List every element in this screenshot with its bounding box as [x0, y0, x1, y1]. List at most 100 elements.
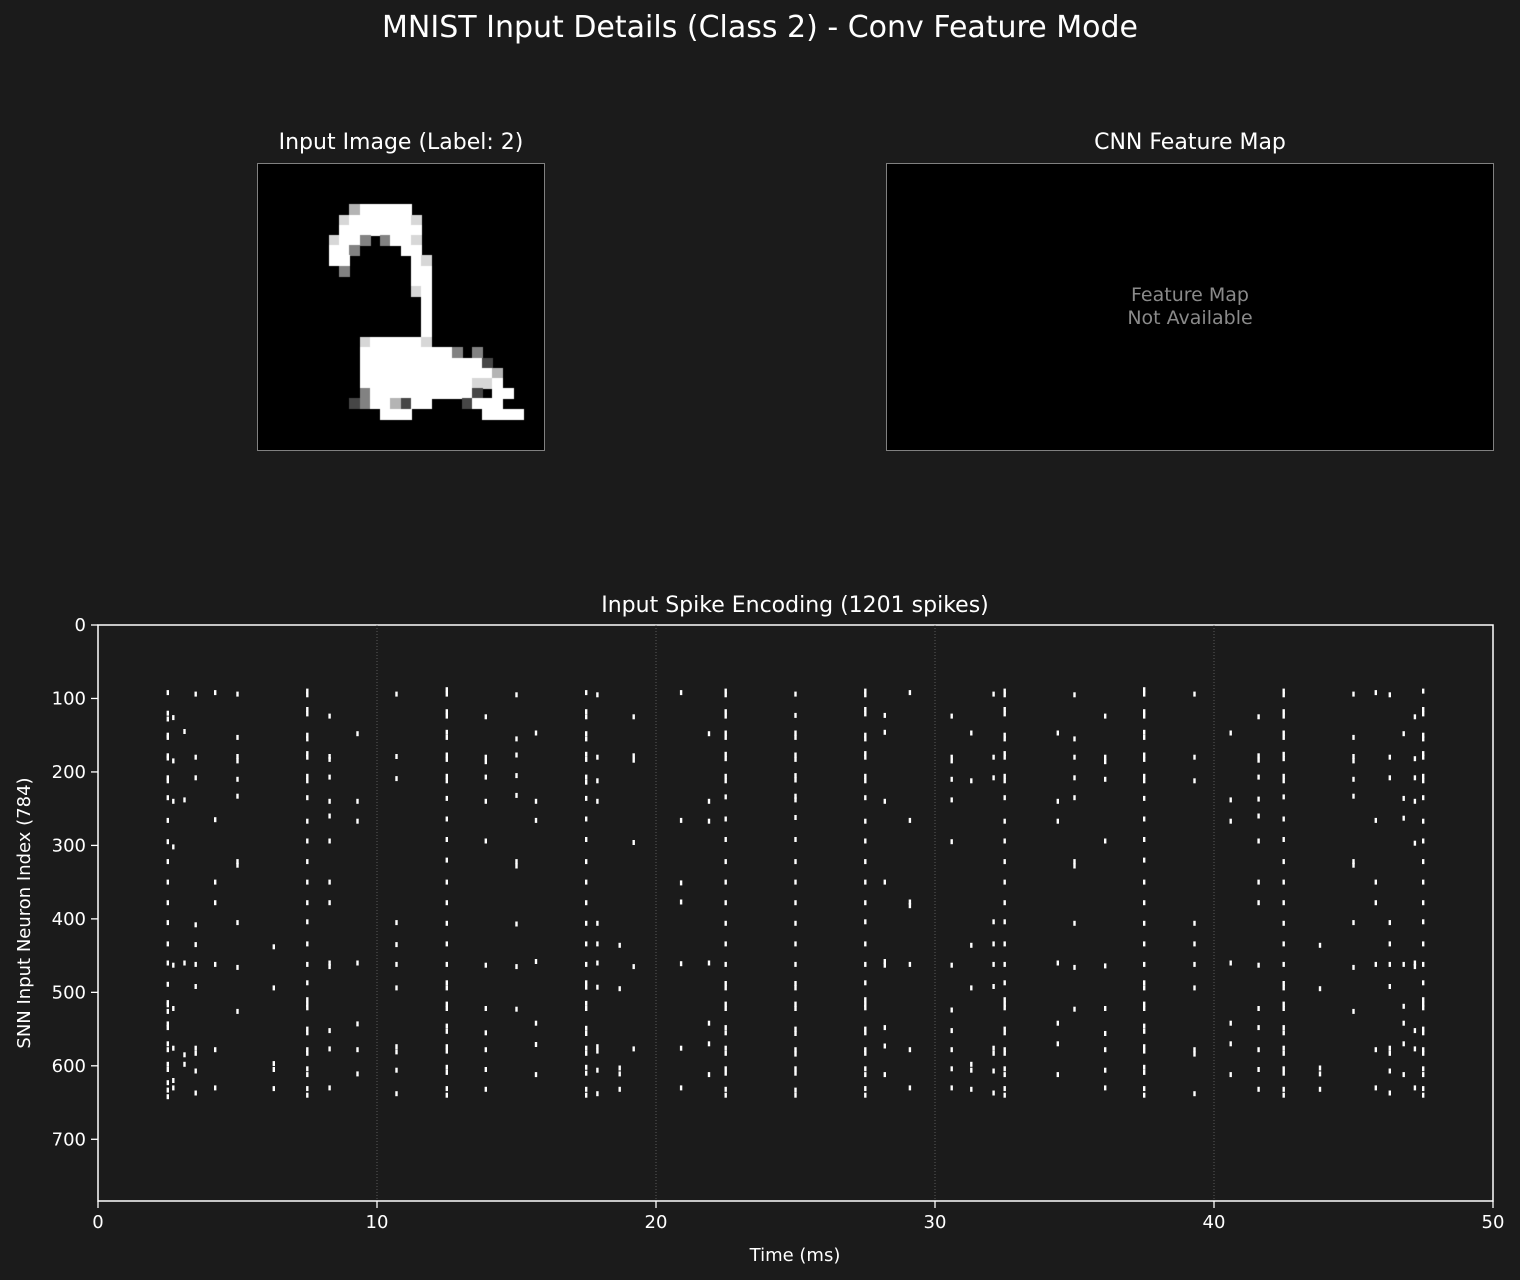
spike-marker [794, 730, 797, 736]
spike-marker [864, 711, 867, 717]
spike-marker [1374, 1047, 1377, 1053]
spike-marker [306, 961, 309, 967]
spike-marker [724, 692, 727, 698]
spike-marker [484, 1030, 487, 1036]
spike-marker [585, 1050, 588, 1056]
spike-marker [724, 816, 727, 822]
spike-marker [679, 880, 683, 886]
spike-marker [1257, 753, 1260, 759]
spike-marker [1193, 1051, 1196, 1057]
spike-marker [585, 714, 588, 720]
spike-marker [724, 773, 727, 779]
spike-marker [618, 1086, 621, 1092]
spike-marker [596, 1067, 599, 1073]
spike-marker [864, 1092, 867, 1098]
spike-marker [992, 775, 995, 781]
spike-marker [306, 692, 309, 698]
spike-marker [328, 879, 331, 885]
spike-marker [585, 709, 588, 715]
spike-marker [585, 961, 588, 967]
spike-marker [724, 1070, 727, 1076]
spike-marker [864, 879, 867, 885]
spike-marker [1193, 941, 1196, 947]
spike-marker [1402, 731, 1405, 737]
spike-marker [1352, 758, 1355, 764]
spike-marker [585, 837, 588, 842]
spike-marker [1056, 960, 1059, 966]
spike-marker [724, 961, 727, 967]
spike-marker [1104, 1085, 1107, 1091]
spike-marker [166, 778, 169, 784]
spike-marker [585, 795, 588, 801]
spike-marker [585, 1031, 588, 1036]
spike-marker [236, 758, 239, 764]
spike-marker [596, 941, 599, 947]
spike-marker [166, 1047, 169, 1053]
spike-marker [992, 961, 995, 967]
spike-marker [1003, 1050, 1006, 1056]
spike-marker [794, 837, 797, 842]
spike-marker [306, 879, 309, 885]
y-tick-label: 500 [52, 982, 86, 1003]
spike-marker [585, 731, 588, 737]
spike-marker [992, 691, 995, 697]
spike-marker [950, 758, 953, 764]
spike-marker [166, 900, 169, 906]
spike-marker [356, 798, 359, 804]
spike-marker [724, 1086, 727, 1092]
spike-marker [1282, 692, 1285, 698]
spike-marker [1104, 838, 1107, 844]
spike-marker [794, 1001, 797, 1007]
spike-marker [724, 1045, 727, 1051]
spike-marker [166, 981, 169, 987]
spike-marker [1143, 1001, 1146, 1007]
spike-marker [724, 1050, 727, 1056]
spike-marker [992, 1045, 995, 1051]
spike-marker [1402, 1003, 1405, 1009]
spike-marker [707, 1020, 711, 1026]
spike-marker [1422, 961, 1425, 967]
spike-marker [724, 837, 727, 842]
spike-marker [306, 980, 309, 986]
x-tick-label: 10 [366, 1212, 389, 1233]
spike-marker [585, 920, 588, 926]
spike-marker [306, 1066, 309, 1072]
spike-marker [864, 900, 867, 906]
spike-marker [484, 754, 487, 760]
spike-marker [306, 773, 309, 779]
spike-marker [445, 756, 448, 762]
spike-marker [1352, 793, 1355, 799]
spike-marker [1143, 1023, 1146, 1029]
spike-marker [534, 730, 538, 736]
spike-raster-chart: Input Spike Encoding (1201 spikes) 0 10 20… [14, 593, 1504, 1266]
y-axis-label: SNN Input Neuron Index (784) [14, 777, 35, 1048]
spike-marker [596, 1091, 599, 1097]
spike-marker [166, 839, 169, 845]
spike-marker [585, 1070, 588, 1076]
spike-marker [1003, 1005, 1006, 1011]
spike-marker [1282, 778, 1285, 784]
spike-marker [1282, 709, 1285, 715]
spike-marker [585, 1064, 588, 1070]
spike-marker [1282, 985, 1285, 991]
spike-marker [1056, 1072, 1059, 1078]
spike-marker [1402, 815, 1405, 821]
spike-marker [306, 711, 309, 717]
spike-marker [724, 1025, 727, 1031]
spike-marker [1413, 1028, 1417, 1034]
spike-marker [484, 1067, 487, 1072]
spike-marker [1282, 1092, 1285, 1098]
spike-marker [166, 1002, 169, 1008]
spike-marker [328, 813, 331, 819]
spike-marker [1143, 816, 1146, 822]
spike-marker [1143, 1086, 1146, 1092]
spike-marker [194, 942, 197, 948]
spike-marker [1143, 837, 1146, 842]
spike-marker [1143, 900, 1146, 906]
spike-marker [1352, 920, 1355, 926]
spike-marker [306, 919, 309, 925]
spike-marker [172, 1006, 175, 1011]
spike-marker [445, 1069, 448, 1075]
spike-marker [1143, 879, 1146, 885]
feature-map-panel: Feature Map Not Available [886, 163, 1494, 451]
